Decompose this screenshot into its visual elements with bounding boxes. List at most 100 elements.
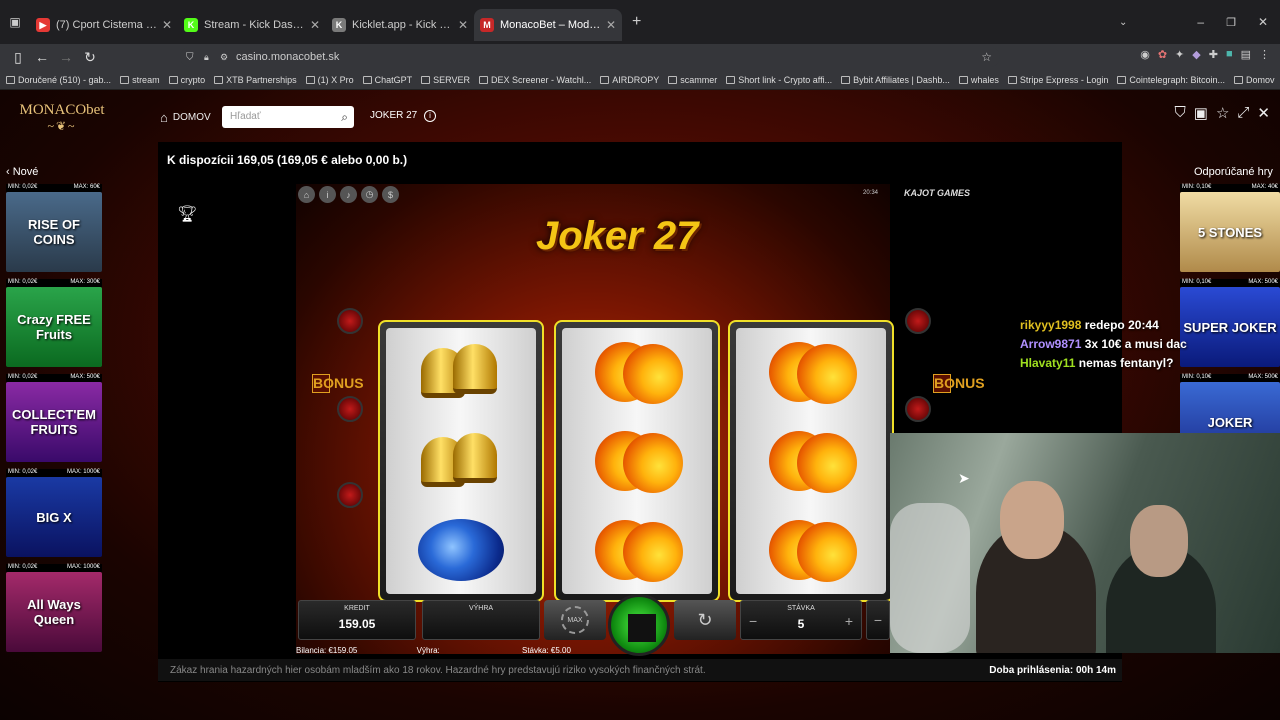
bookmark-item[interactable]: AIRDROPY: [600, 75, 659, 85]
tab-list-icon[interactable]: ▣: [0, 15, 30, 29]
bookmark-item[interactable]: DEX Screener - Watchl...: [479, 75, 591, 85]
sidebar-icon[interactable]: ▯: [6, 49, 30, 66]
folder-icon: [600, 75, 610, 84]
recommended-games-title[interactable]: Odporúčané hry: [1180, 166, 1280, 184]
home-link[interactable]: ⌂ DOMOV: [160, 110, 211, 125]
close-tab-icon[interactable]: ✕: [458, 18, 468, 32]
game-logo: Joker 27: [536, 214, 699, 258]
trophy-icon[interactable]: 🏆︎: [177, 204, 197, 224]
close-tab-icon[interactable]: ✕: [606, 18, 616, 32]
bookmark-star-icon[interactable]: ☆: [981, 50, 992, 64]
folder-icon: [6, 75, 15, 84]
fullscreen-icon[interactable]: ⤢: [1237, 104, 1249, 122]
close-tab-icon[interactable]: ✕: [310, 18, 320, 32]
orange-symbol-icon: [589, 427, 685, 495]
orange-symbol-icon: [763, 516, 859, 584]
new-tab-button[interactable]: +: [632, 13, 641, 31]
game-toolbar: ⛉ ▣ ☆ ⤢ ✕: [1175, 104, 1271, 122]
plum-symbol-icon: [413, 516, 509, 584]
slot-game-canvas[interactable]: ⌂ i ♪ ◷ $ 20:34 KAJOT GAMES Joker 27 BON…: [296, 184, 985, 656]
search-input[interactable]: Hľadať ⌕: [222, 106, 354, 128]
reel-1: [378, 320, 544, 602]
menu-dots-icon[interactable]: ⋮: [1259, 48, 1270, 61]
close-game-icon[interactable]: ✕: [1257, 104, 1270, 122]
url-text: casino.monacobet.sk: [236, 51, 340, 63]
info-icon[interactable]: i: [424, 110, 437, 122]
browser-tab[interactable]: K Kicklet.app - Kick Chatbot and ... ✕: [326, 9, 474, 41]
bookmark-label: Cointelegraph: Bitcoin...: [1129, 74, 1225, 85]
game-thumbnail[interactable]: MIN: 0,10€ MAX: 40€ 5 STONES: [1180, 184, 1280, 272]
payline-marker-left: [337, 482, 363, 508]
bookmark-label: whales: [970, 74, 999, 85]
extension-icon[interactable]: ◉: [1140, 48, 1150, 61]
bet-limits: MIN: 0,10€ MAX: 500€: [1180, 374, 1280, 382]
bookmark-label: Stripe Express - Login: [1019, 74, 1109, 85]
bookmark-item[interactable]: scammer: [668, 75, 717, 85]
bookmark-item[interactable]: Bybit Affiliates | Dashb...: [841, 75, 950, 85]
bookmark-label: stream: [132, 74, 160, 85]
bookmark-item[interactable]: Doručené (510) - gab...: [6, 75, 111, 85]
extension-icon[interactable]: ▤: [1241, 48, 1251, 61]
site-info-icon[interactable]: ⚙: [220, 52, 228, 63]
folder-icon: [305, 75, 315, 84]
game-thumbnail[interactable]: MIN: 0,02€ MAX: 300€ Crazy FREE Fruits: [6, 279, 102, 367]
bookmark-item[interactable]: Cointelegraph: Bitcoin...: [1117, 75, 1225, 85]
game-thumbnail[interactable]: MIN: 0,10€ MAX: 500€ SUPER JOKER: [1180, 279, 1280, 367]
tab-search-icon[interactable]: ⌄: [1119, 17, 1127, 28]
favorite-star-icon[interactable]: ☆: [1216, 104, 1229, 122]
stop-spin-button[interactable]: [608, 594, 670, 656]
search-icon[interactable]: ⌕: [341, 106, 348, 128]
bookmark-item[interactable]: SERVER: [421, 75, 470, 85]
max-bet: MAX: 500€: [1248, 374, 1278, 380]
currency-icon[interactable]: $: [382, 186, 399, 203]
new-games-title[interactable]: ‹ Nové: [6, 166, 102, 184]
autoplay-button[interactable]: ↻: [674, 600, 736, 640]
close-window-button[interactable]: ✕: [1258, 15, 1268, 29]
bookmark-item[interactable]: XTB Partnerships: [214, 75, 297, 85]
orange-right: [797, 344, 857, 405]
extension-icon[interactable]: ✿: [1158, 48, 1167, 61]
home-icon[interactable]: ⌂: [298, 186, 315, 203]
info-icon[interactable]: i: [319, 186, 336, 203]
reload-button[interactable]: ↻: [78, 49, 102, 66]
url-bar[interactable]: ⛉ 🔒︎ ⚙ casino.monacobet.sk ☆: [180, 47, 1000, 67]
bookmark-item[interactable]: Short link - Crypto affi...: [726, 75, 832, 85]
monacobet-logo[interactable]: MONACObet ~❦~: [14, 102, 110, 138]
bookmark-item[interactable]: crypto: [168, 75, 205, 85]
game-thumbnail[interactable]: MIN: 0,02€ MAX: 60€ RISE OF COINS: [6, 184, 102, 272]
extension-icon[interactable]: ✦: [1175, 48, 1184, 61]
forward-button[interactable]: →: [54, 49, 78, 65]
min-bet: MIN: 0,10€: [1182, 279, 1212, 285]
maximize-button[interactable]: ❐: [1226, 16, 1236, 29]
history-icon[interactable]: ◷: [361, 186, 378, 203]
bookmark-item[interactable]: ChatGPT: [362, 75, 412, 85]
browser-tab[interactable]: M MonacoBet – Moderné Onl... ✕: [474, 9, 622, 41]
minimize-button[interactable]: –: [1197, 15, 1204, 29]
browser-tab[interactable]: K Stream - Kick Dashboard ✕: [178, 9, 326, 41]
bookmark-item[interactable]: whales: [958, 74, 999, 85]
shield-icon[interactable]: ⛉: [1175, 104, 1186, 122]
game-thumbnail[interactable]: MIN: 0,02€ MAX: 1000€ All Ways Queen: [6, 564, 102, 652]
back-button[interactable]: ←: [30, 49, 54, 65]
shield-icon: ⛉: [186, 51, 194, 63]
extra-decrease-button[interactable]: −: [866, 600, 890, 640]
bookmark-item[interactable]: (1) X Pro: [305, 75, 354, 85]
game-thumbnail[interactable]: MIN: 0,02€ MAX: 500€ COLLECT'EM FRUITS: [6, 374, 102, 462]
game-thumbnail[interactable]: MIN: 0,02€ MAX: 1000€ BIG X: [6, 469, 102, 557]
payline-marker-left: [337, 308, 363, 334]
bookmark-item[interactable]: Stripe Express - Login: [1007, 74, 1109, 85]
extension-icon[interactable]: ◆: [1192, 48, 1200, 61]
stake-increase-button[interactable]: +: [845, 613, 853, 629]
casino-site: MONACObet ~❦~ ⌂ DOMOV Hľadať ⌕ JOKER 27 …: [0, 90, 1280, 720]
bookmark-item[interactable]: stream: [120, 75, 160, 85]
close-tab-icon[interactable]: ✕: [162, 18, 172, 32]
sound-icon[interactable]: ♪: [340, 186, 357, 203]
min-bet: MIN: 0,02€: [8, 469, 38, 475]
gift-icon[interactable]: ▣: [1194, 104, 1208, 122]
max-bet-button[interactable]: MAX: [544, 600, 606, 640]
stake-decrease-button[interactable]: −: [749, 613, 757, 629]
bookmark-item[interactable]: Domov: [1233, 75, 1275, 85]
browser-tab[interactable]: ▶ (7) Cport Cistema – Might T... ✕: [30, 9, 178, 41]
extension-icon[interactable]: ■: [1226, 48, 1233, 61]
extensions-puzzle-icon[interactable]: ✚: [1209, 48, 1218, 61]
